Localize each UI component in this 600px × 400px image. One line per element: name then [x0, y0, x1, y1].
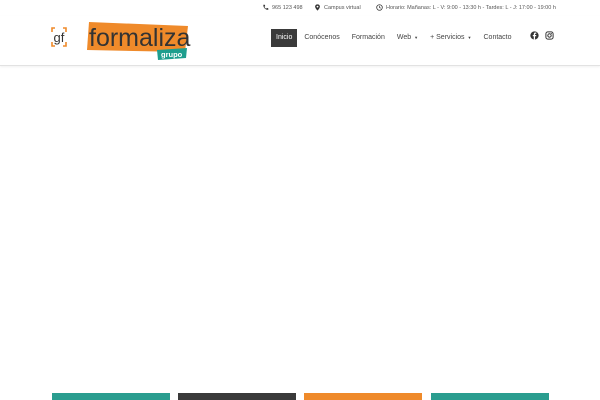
- nav-item-web[interactable]: Web ▼: [392, 29, 423, 47]
- nav-label: Inicio: [276, 34, 293, 41]
- nav-label: Conócenos: [304, 34, 340, 41]
- logo-name: formaliza: [89, 24, 191, 52]
- schedule-info: Horario: Mañanas: L - V: 9:00 - 13:30 h …: [376, 4, 556, 11]
- facebook-icon[interactable]: [530, 31, 539, 40]
- schedule-text: Horario: Mañanas: L - V: 9:00 - 13:30 h …: [386, 4, 556, 11]
- campus-label: Campus virtual: [324, 4, 361, 11]
- nav-item-inicio[interactable]: Inicio: [271, 29, 298, 47]
- nav-label: Contacto: [483, 34, 512, 41]
- instagram-icon[interactable]: [545, 31, 554, 40]
- nav-label: + Servicios: [430, 34, 465, 41]
- phone-info[interactable]: 965 123 498: [262, 4, 303, 11]
- nav-item-conocenos[interactable]: Conócenos: [299, 29, 344, 47]
- formaliza-logo[interactable]: gf formaliza grupo: [49, 20, 191, 62]
- clock-icon: [376, 4, 383, 11]
- logo-tag: grupo: [161, 50, 183, 59]
- feature-card-2[interactable]: [178, 393, 296, 400]
- feature-card-4[interactable]: [431, 393, 549, 400]
- top-info-bar: 965 123 498 Campus virtual Horario: Maña…: [0, 0, 600, 16]
- map-pin-icon: [315, 4, 320, 11]
- nav-label: Formación: [351, 34, 385, 41]
- site-header: gf formaliza grupo Inicio Conócenos Form…: [0, 16, 600, 66]
- logo-mark: gf: [54, 30, 65, 45]
- feature-card-1[interactable]: [52, 393, 170, 400]
- chevron-down-icon: ▼: [414, 35, 419, 40]
- feature-card-3[interactable]: [304, 393, 422, 400]
- nav-item-contacto[interactable]: Contacto: [479, 29, 517, 47]
- campus-link[interactable]: Campus virtual: [314, 4, 361, 11]
- main-nav: Inicio Conócenos Formación Web ▼ + Servi…: [271, 29, 519, 47]
- phone-icon: [263, 4, 269, 10]
- chevron-down-icon: ▼: [467, 35, 472, 40]
- phone-number: 965 123 498: [272, 4, 303, 11]
- nav-item-servicios[interactable]: + Servicios ▼: [425, 29, 476, 47]
- nav-label: Web: [396, 34, 412, 41]
- nav-item-formacion[interactable]: Formación: [347, 29, 390, 47]
